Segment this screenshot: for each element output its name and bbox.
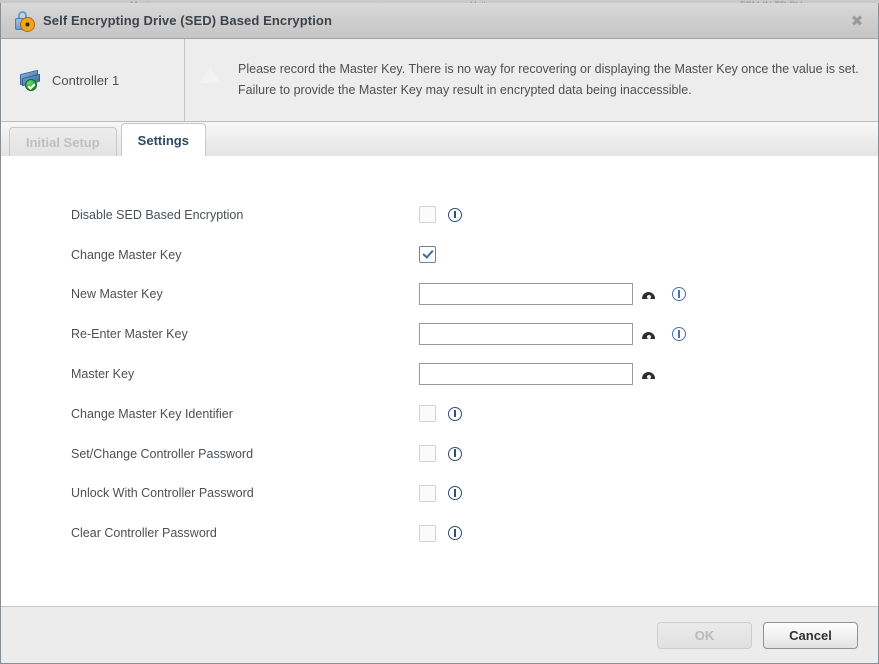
checkbox-unlock-with-controller-password[interactable] (419, 485, 436, 502)
control-group (419, 246, 436, 263)
input-master-key[interactable] (419, 363, 633, 385)
info-icon-unlock-with-controller-password[interactable] (448, 486, 462, 500)
input-re-enter-master-key[interactable] (419, 323, 633, 345)
info-icon-new-master-key[interactable] (672, 287, 686, 301)
form-row-change-master-key: Change Master Key (1, 235, 878, 275)
show-password-eye-icon-re-enter-master-key[interactable] (642, 328, 655, 341)
label-change-master-key: Change Master Key (71, 248, 419, 262)
control-group (419, 283, 686, 305)
controller-ok-icon (20, 69, 42, 91)
info-icon-clear-controller-password[interactable] (448, 526, 462, 540)
checkbox-clear-controller-password[interactable] (419, 525, 436, 542)
tab-initial-setup: Initial Setup (9, 127, 117, 156)
warning-triangle-icon (200, 66, 220, 83)
controller-label: Controller 1 (52, 73, 119, 88)
dialog-footer: OK Cancel (1, 606, 878, 663)
form-row-re-enter-master-key: Re-Enter Master Key (1, 314, 878, 354)
dialog-titlebar: Self Encrypting Drive (SED) Based Encryp… (1, 3, 878, 39)
form-row-change-master-key-identifier: Change Master Key Identifier (1, 394, 878, 434)
tab-label: Settings (138, 133, 189, 148)
checkbox-change-master-key-identifier[interactable] (419, 405, 436, 422)
warning-message: Please record the Master Key. There is n… (201, 59, 860, 101)
show-password-eye-icon-new-master-key[interactable] (642, 288, 655, 301)
show-password-eye-icon-master-key[interactable] (642, 368, 655, 381)
checkbox-disable-sed-based-encryption[interactable] (419, 206, 436, 223)
sed-encryption-dialog: Self Encrypting Drive (SED) Based Encryp… (0, 3, 879, 664)
control-group (419, 323, 686, 345)
label-re-enter-master-key: Re-Enter Master Key (71, 327, 419, 341)
form-row-new-master-key: New Master Key (1, 275, 878, 315)
info-icon-change-master-key-identifier[interactable] (448, 407, 462, 421)
close-icon[interactable]: ✖ (848, 12, 866, 30)
label-change-master-key-identifier: Change Master Key Identifier (71, 407, 419, 421)
label-disable-sed-based-encryption: Disable SED Based Encryption (71, 208, 419, 222)
label-master-key: Master Key (71, 367, 419, 381)
ok-button[interactable]: OK (657, 622, 752, 649)
input-new-master-key[interactable] (419, 283, 633, 305)
control-group (419, 485, 462, 502)
controller-identity: Controller 1 (1, 39, 185, 121)
cancel-button[interactable]: Cancel (763, 622, 858, 649)
controller-header: Controller 1 Please record the Master Ke… (1, 39, 878, 122)
tab-label: Initial Setup (26, 135, 100, 150)
info-icon-set-change-controller-password[interactable] (448, 447, 462, 461)
form-row-disable-sed-based-encryption: Disable SED Based Encryption (1, 195, 878, 235)
form-row-set-change-controller-password: Set/Change Controller Password (1, 434, 878, 474)
control-group (419, 525, 462, 542)
form-row-master-key: Master Key (1, 354, 878, 394)
label-new-master-key: New Master Key (71, 287, 419, 301)
warning-message-area: Please record the Master Key. There is n… (185, 39, 878, 121)
label-unlock-with-controller-password: Unlock With Controller Password (71, 486, 419, 500)
dialog-title: Self Encrypting Drive (SED) Based Encryp… (43, 13, 332, 28)
checkbox-change-master-key[interactable] (419, 246, 436, 263)
settings-form: Disable SED Based Encryption Change Maste… (1, 156, 878, 606)
checkbox-set-change-controller-password[interactable] (419, 445, 436, 462)
control-group (419, 405, 462, 422)
label-set-change-controller-password: Set/Change Controller Password (71, 447, 419, 461)
control-group (419, 445, 462, 462)
lock-gear-icon (14, 11, 34, 31)
control-group (419, 206, 462, 223)
info-icon-disable-sed-based-encryption[interactable] (448, 208, 462, 222)
tab-settings[interactable]: Settings (121, 123, 206, 156)
form-row-unlock-with-controller-password: Unlock With Controller Password (1, 474, 878, 514)
form-row-clear-controller-password: Clear Controller Password (1, 513, 878, 553)
info-icon-re-enter-master-key[interactable] (672, 327, 686, 341)
label-clear-controller-password: Clear Controller Password (71, 526, 419, 540)
tab-strip: Initial Setup Settings (1, 122, 878, 156)
control-group (419, 363, 655, 385)
